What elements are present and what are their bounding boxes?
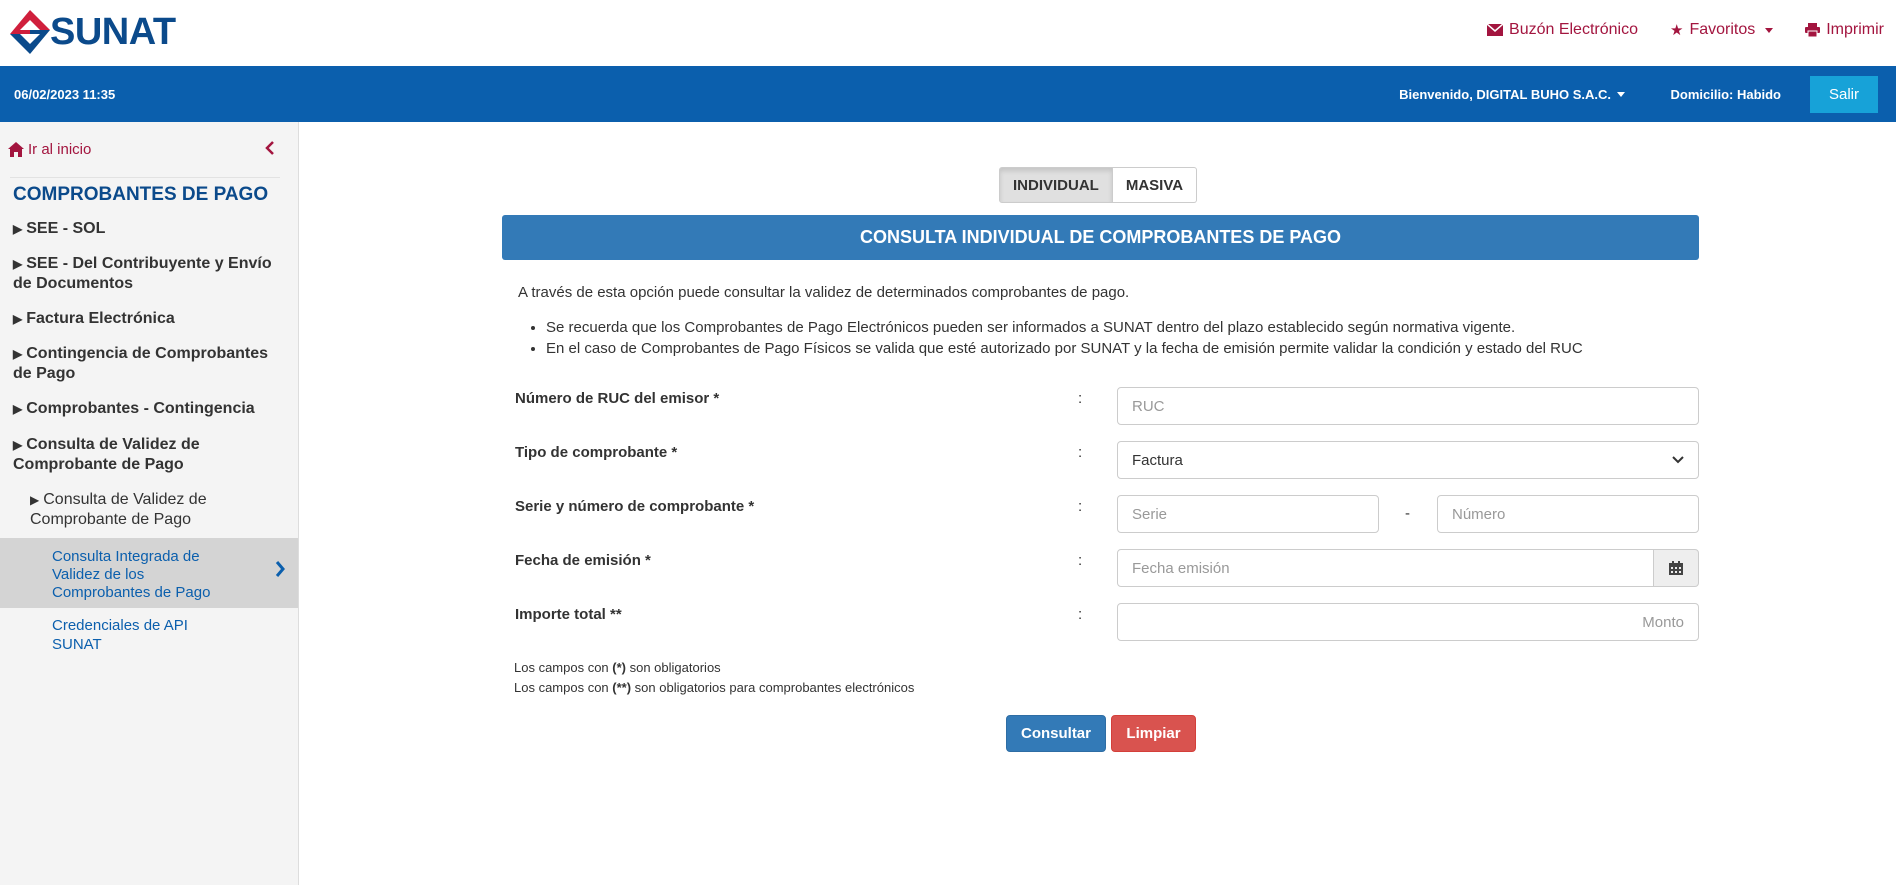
intro-text: A través de esta opción puede consultar … (518, 284, 1130, 301)
sidebar-link-credenciales-api[interactable]: Credenciales de API SUNAT (52, 616, 232, 654)
user-bar: 06/02/2023 11:35 Bienvenido, DIGITAL BUH… (0, 66, 1896, 122)
ruc-label: Número de RUC del emisor * (515, 390, 720, 407)
colon: : (1078, 498, 1083, 515)
note-mark: (**) (612, 680, 632, 695)
welcome-label: Bienvenido, DIGITAL BUHO S.A.C. (1399, 87, 1611, 102)
sidebar-item-label: SEE - Del Contribuyente y Envío de Docum… (13, 255, 272, 292)
importe-label: Importe total ** (515, 606, 622, 623)
sidebar-item-contingencia-comprobantes[interactable]: ▶ Contingencia de Comprobantes de Pago (13, 344, 289, 384)
home-link[interactable]: Ir al inicio (8, 141, 91, 158)
fecha-input[interactable]: Fecha emisión (1117, 549, 1654, 587)
tipo-select[interactable]: Factura (1117, 441, 1699, 479)
sunat-logo[interactable]: SUNAT (6, 8, 176, 56)
fecha-label: Fecha de emisión * (515, 552, 651, 569)
favorites-label: Favoritos (1689, 21, 1756, 38)
favorites-dropdown[interactable]: ★ Favoritos (1669, 21, 1774, 39)
required-note: Los campos con (*) son obligatorios (514, 660, 721, 675)
tipo-select-value: Factura (1132, 451, 1183, 469)
home-icon (8, 142, 24, 157)
note-mark: (*) (612, 660, 626, 675)
colon: : (1078, 606, 1083, 623)
chevron-right-icon (275, 561, 285, 577)
chevron-down-icon (1672, 456, 1684, 464)
mailbox-label: Buzón Electrónico (1509, 21, 1638, 38)
logout-button[interactable]: Salir (1810, 76, 1878, 113)
tab-individual[interactable]: INDIVIDUAL (999, 167, 1113, 203)
mode-tabs: INDIVIDUAL MASIVA (999, 167, 1198, 203)
sidebar-item-see-sol[interactable]: ▶ SEE - SOL (13, 219, 289, 239)
consultar-button[interactable]: Consultar (1006, 715, 1106, 752)
triangle-right-icon: ▶ (13, 257, 23, 271)
sidebar-item-label: Comprobantes - Contingencia (26, 400, 255, 417)
divider (10, 177, 280, 178)
chevron-left-icon[interactable] (264, 141, 276, 155)
calendar-button[interactable] (1653, 549, 1699, 587)
sidebar-subitem-label: Consulta de Validez de Comprobante de Pa… (30, 491, 207, 528)
tab-masiva[interactable]: MASIVA (1112, 167, 1198, 203)
limpiar-button[interactable]: Limpiar (1111, 715, 1196, 752)
sidebar-item-consulta-validez[interactable]: ▶ Consulta de Validez de Comprobante de P… (13, 435, 289, 475)
sunat-logo-mark-icon (10, 10, 50, 54)
serie-label: Serie y número de comprobante * (515, 498, 755, 515)
colon: : (1078, 390, 1083, 407)
separator-dash: - (1405, 505, 1410, 522)
list-item: En el caso de Comprobantes de Pago Físic… (546, 338, 1583, 359)
mailbox-link[interactable]: Buzón Electrónico (1487, 21, 1638, 39)
sunat-logo-text: SUNAT (50, 10, 176, 53)
sidebar: Ir al inicio COMPROBANTES DE PAGO ▶ SEE -… (0, 122, 299, 885)
electronic-required-note: Los campos con (**) son obligatorios par… (514, 680, 914, 695)
calendar-icon (1669, 561, 1683, 575)
note-text: son obligatorios para comprobantes elect… (631, 680, 915, 695)
triangle-right-icon: ▶ (13, 222, 23, 236)
colon: : (1078, 444, 1083, 461)
sidebar-item-comprobantes-contingencia[interactable]: ▶ Comprobantes - Contingencia (13, 399, 289, 419)
note-text: son obligatorios (626, 660, 721, 675)
home-label: Ir al inicio (28, 141, 92, 158)
tipo-label: Tipo de comprobante * (515, 444, 678, 461)
note-text: Los campos con (514, 660, 613, 675)
sidebar-title: COMPROBANTES DE PAGO (13, 184, 269, 205)
triangle-right-icon: ▶ (13, 347, 23, 361)
note-text: Los campos con (514, 680, 613, 695)
sidebar-item-factura-electronica[interactable]: ▶ Factura Electrónica (13, 309, 289, 329)
welcome-dropdown[interactable]: Bienvenido, DIGITAL BUHO S.A.C. (1399, 87, 1625, 102)
sidebar-item-see-contribuyente[interactable]: ▶ SEE - Del Contribuyente y Envío de Docu… (13, 254, 289, 294)
numero-input[interactable]: Número (1437, 495, 1699, 533)
datetime: 06/02/2023 11:35 (14, 87, 116, 102)
serie-input[interactable]: Serie (1117, 495, 1379, 533)
printer-icon (1805, 23, 1821, 37)
list-item: Se recuerda que los Comprobantes de Pago… (546, 317, 1583, 338)
sidebar-item-label: Factura Electrónica (26, 310, 175, 327)
caret-down-icon (1617, 92, 1625, 97)
star-icon: ★ (1669, 22, 1684, 39)
domicilio-status: Domicilio: Habido (1670, 87, 1782, 102)
sidebar-item-label: Contingencia de Comprobantes de Pago (13, 345, 269, 382)
ruc-input[interactable]: RUC (1117, 387, 1699, 425)
info-list: Se recuerda que los Comprobantes de Pago… (546, 317, 1583, 359)
colon: : (1078, 552, 1083, 569)
sidebar-subitem-consulta-validez[interactable]: ▶ Consulta de Validez de Comprobante de P… (30, 490, 270, 530)
triangle-right-icon: ▶ (30, 493, 40, 507)
caret-down-icon (1765, 27, 1774, 33)
sidebar-item-label: SEE - SOL (26, 220, 106, 237)
top-links: Buzón Electrónico ★ Favoritos Imprimir (1455, 21, 1884, 39)
triangle-right-icon: ▶ (13, 438, 23, 452)
panel-title: CONSULTA INDIVIDUAL DE COMPROBANTES DE P… (502, 215, 1699, 260)
triangle-right-icon: ▶ (13, 312, 23, 326)
top-header: SUNAT Buzón Electrónico ★ Favoritos Impr… (0, 0, 1896, 66)
sidebar-link-consulta-integrada[interactable]: Consulta Integrada de Validez de los Com… (0, 538, 298, 608)
print-label: Imprimir (1826, 21, 1884, 38)
sidebar-link-label: Consulta Integrada de Validez de los Com… (52, 548, 211, 601)
print-link[interactable]: Imprimir (1805, 21, 1884, 39)
triangle-right-icon: ▶ (13, 402, 23, 416)
importe-input[interactable]: Monto (1117, 603, 1699, 641)
envelope-icon (1487, 24, 1504, 36)
sidebar-item-label: Consulta de Validez de Comprobante de Pa… (13, 436, 200, 473)
